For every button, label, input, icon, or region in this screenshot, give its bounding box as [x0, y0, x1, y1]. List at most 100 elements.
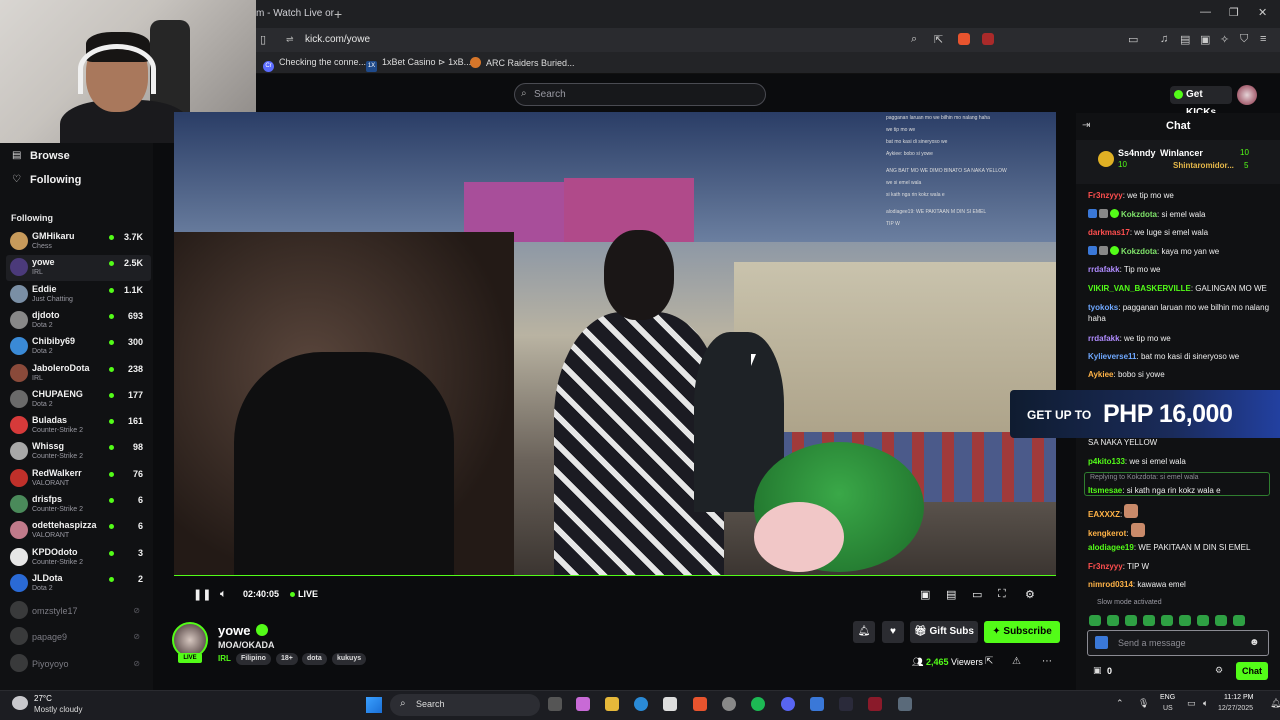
- network-icon[interactable]: ▭: [1187, 698, 1196, 709]
- browser-tab[interactable]: m - Watch Live or: [256, 4, 336, 24]
- kicks-wallet-icon[interactable]: ▣: [1093, 665, 1102, 676]
- sidebar-item-offline[interactable]: omzstyle17 ⊘: [10, 598, 150, 624]
- menu-icon[interactable]: ≡: [1260, 33, 1266, 45]
- chat-message[interactable]: EAXXXZ:: [1088, 504, 1272, 520]
- chat-username[interactable]: Aykiee: [1088, 370, 1114, 379]
- sidebar-item-jldota[interactable]: JLDota Dota 2 2: [10, 571, 150, 597]
- clip-icon[interactable]: ▤: [946, 588, 956, 601]
- sidebar-item-kpdodoto[interactable]: KPDOdoto Counter-Strike 2 3: [10, 545, 150, 571]
- volume-icon[interactable]: 🔈︎: [220, 588, 227, 601]
- volume-tray-icon[interactable]: 🔈︎: [1203, 698, 1208, 709]
- clock-time[interactable]: 11:12 PM: [1224, 694, 1253, 701]
- nav-browse[interactable]: Browse: [30, 150, 70, 162]
- wallet-icon[interactable]: ▣: [1200, 33, 1210, 46]
- leaderboard-name[interactable]: Ss4nndy: [1118, 148, 1156, 158]
- chat-message[interactable]: kengkerot:: [1088, 523, 1272, 539]
- store-icon[interactable]: [663, 697, 677, 711]
- chat-message[interactable]: darkmas17: we luge si emel wala: [1088, 227, 1272, 238]
- rewards-icon[interactable]: [982, 33, 994, 45]
- chat-username[interactable]: darkmas17: [1088, 228, 1130, 237]
- settings-icon[interactable]: ⚙: [1025, 588, 1035, 601]
- chat-message[interactable]: p4kito133: we si emel wala: [1088, 456, 1272, 467]
- sidebar-item-gmhikaru[interactable]: GMHikaru Chess 3.7K: [10, 229, 150, 255]
- sidebar-item-djdoto[interactable]: djdoto Dota 2 693: [10, 308, 150, 334]
- site-info-icon[interactable]: ⇌: [286, 34, 294, 45]
- chat-username[interactable]: alodiagee19: [1088, 543, 1134, 552]
- emote-icon[interactable]: [1143, 615, 1155, 626]
- pause-icon[interactable]: ❚❚: [193, 588, 211, 601]
- chat-username[interactable]: Fr3nzyyy: [1088, 191, 1123, 200]
- emote-icon[interactable]: [1215, 615, 1227, 626]
- chat-message[interactable]: VIKIR_VAN_BASKERVILLE: GALINGAN MO WE: [1088, 283, 1272, 294]
- sidebar-item-jabolerodota[interactable]: JaboleroDota IRL 238: [10, 361, 150, 387]
- sidebar-item-offline[interactable]: Piyoyoyo ⊘: [10, 651, 150, 677]
- sidebar-item-odettehaspizza[interactable]: odettehaspizza VALORANT 6: [10, 518, 150, 544]
- sidebar-item-whissg[interactable]: Whissg Counter-Strike 2 98: [10, 439, 150, 465]
- subscribe-button[interactable]: ✦ Subscribe: [984, 621, 1060, 643]
- bookmark-icon[interactable]: ▯: [260, 33, 266, 46]
- chat-message[interactable]: Kokzdota: kaya mo yan we: [1088, 246, 1272, 257]
- avatar[interactable]: [1237, 85, 1257, 105]
- taskbar-search[interactable]: [390, 694, 540, 716]
- chat-username[interactable]: Kokzdota: [1121, 247, 1157, 256]
- sidebar-item-chupaeng[interactable]: CHUPAENG Dota 2 177: [10, 387, 150, 413]
- emote-icon[interactable]: [1161, 615, 1173, 626]
- emote-icon[interactable]: [1179, 615, 1191, 626]
- obs-icon[interactable]: [868, 697, 882, 711]
- start-icon[interactable]: [366, 697, 382, 713]
- chat-username[interactable]: rrdafakk: [1088, 334, 1120, 343]
- maximize-icon[interactable]: ❐: [1229, 6, 1239, 19]
- chat-message[interactable]: tyokoks: pagganan laruan mo we bilhin mo…: [1088, 302, 1272, 324]
- spotify-icon[interactable]: [751, 697, 765, 711]
- bookmark-item[interactable]: ARC Raiders Buried...: [470, 57, 575, 68]
- tag[interactable]: kukuys: [332, 653, 367, 665]
- chat-username[interactable]: rrdafakk: [1088, 265, 1120, 274]
- language-indicator[interactable]: ENG: [1160, 694, 1175, 701]
- emote-icon[interactable]: [1107, 615, 1119, 626]
- close-icon[interactable]: ✕: [1258, 6, 1267, 19]
- microphone-icon[interactable]: 🎙︎: [1138, 698, 1149, 709]
- reader-icon[interactable]: ▤: [1180, 33, 1190, 46]
- report-icon[interactable]: ⚠: [1012, 656, 1021, 667]
- chat-message[interactable]: rrdafakk: we tip mo we: [1088, 333, 1272, 344]
- sidebar-item-offline[interactable]: papage9 ⊘: [10, 624, 150, 650]
- url-field[interactable]: kick.com/yowe: [305, 34, 370, 45]
- chat-username[interactable]: tyokoks: [1088, 303, 1118, 312]
- tag[interactable]: 18+: [276, 653, 298, 665]
- fullscreen-icon[interactable]: ⛶: [998, 588, 1006, 601]
- theater-icon[interactable]: ▭: [972, 588, 982, 601]
- emote-icon[interactable]: [1197, 615, 1209, 626]
- edge-icon[interactable]: [634, 697, 648, 711]
- sidebar-item-buladas[interactable]: Buladas Counter-Strike 2 161: [10, 413, 150, 439]
- chat-username[interactable]: Kylieverse11: [1088, 352, 1137, 361]
- chat-message[interactable]: nimrod0314: kawawa emel: [1088, 579, 1272, 590]
- sidebar-item-eddie[interactable]: Eddie Just Chatting 1.1K: [10, 282, 150, 308]
- stream-category[interactable]: IRL: [218, 654, 231, 663]
- chat-settings-icon[interactable]: ⚙: [1215, 665, 1223, 676]
- pip-icon[interactable]: ▣: [920, 588, 930, 601]
- vpn-icon[interactable]: ⛉: [1240, 33, 1248, 46]
- zoom-icon[interactable]: ⌕: [911, 33, 917, 46]
- chat-message[interactable]: Aykiee: bobo si yowe: [1088, 369, 1272, 380]
- emoji-icon[interactable]: ☻: [1249, 637, 1260, 648]
- live-indicator[interactable]: LIVE: [298, 589, 318, 599]
- music-icon[interactable]: ♫: [1160, 33, 1168, 45]
- tag[interactable]: Filipino: [236, 653, 271, 665]
- streamer-name[interactable]: yowe: [218, 623, 251, 638]
- emote-icon[interactable]: [1089, 615, 1101, 626]
- chat-message[interactable]: rrdafakk: Tip mo we: [1088, 264, 1272, 275]
- brave-shield-icon[interactable]: [958, 33, 970, 45]
- chat-message[interactable]: Fr3nzyyy: TIP W: [1088, 561, 1272, 572]
- follow-heart-icon[interactable]: ♥: [882, 621, 904, 643]
- nav-following[interactable]: Following: [30, 174, 81, 186]
- bell-icon[interactable]: 🔔︎: [853, 621, 875, 643]
- chat-username[interactable]: Kokzdota: [1121, 210, 1157, 219]
- sidebar-item-yowe[interactable]: yowe IRL 2.5K: [10, 255, 150, 281]
- file-explorer-icon[interactable]: [605, 697, 619, 711]
- emote-icon[interactable]: [1125, 615, 1137, 626]
- copilot-icon[interactable]: [576, 697, 590, 711]
- bookmark-item[interactable]: 1X 1xBet Casino ⊳ 1xB...: [366, 57, 471, 72]
- chat-message[interactable]: Kokzdota: si emel wala: [1088, 209, 1272, 220]
- chat-message[interactable]: Fr3nzyyy: we tip mo we: [1088, 190, 1272, 201]
- calculator-icon[interactable]: [898, 697, 912, 711]
